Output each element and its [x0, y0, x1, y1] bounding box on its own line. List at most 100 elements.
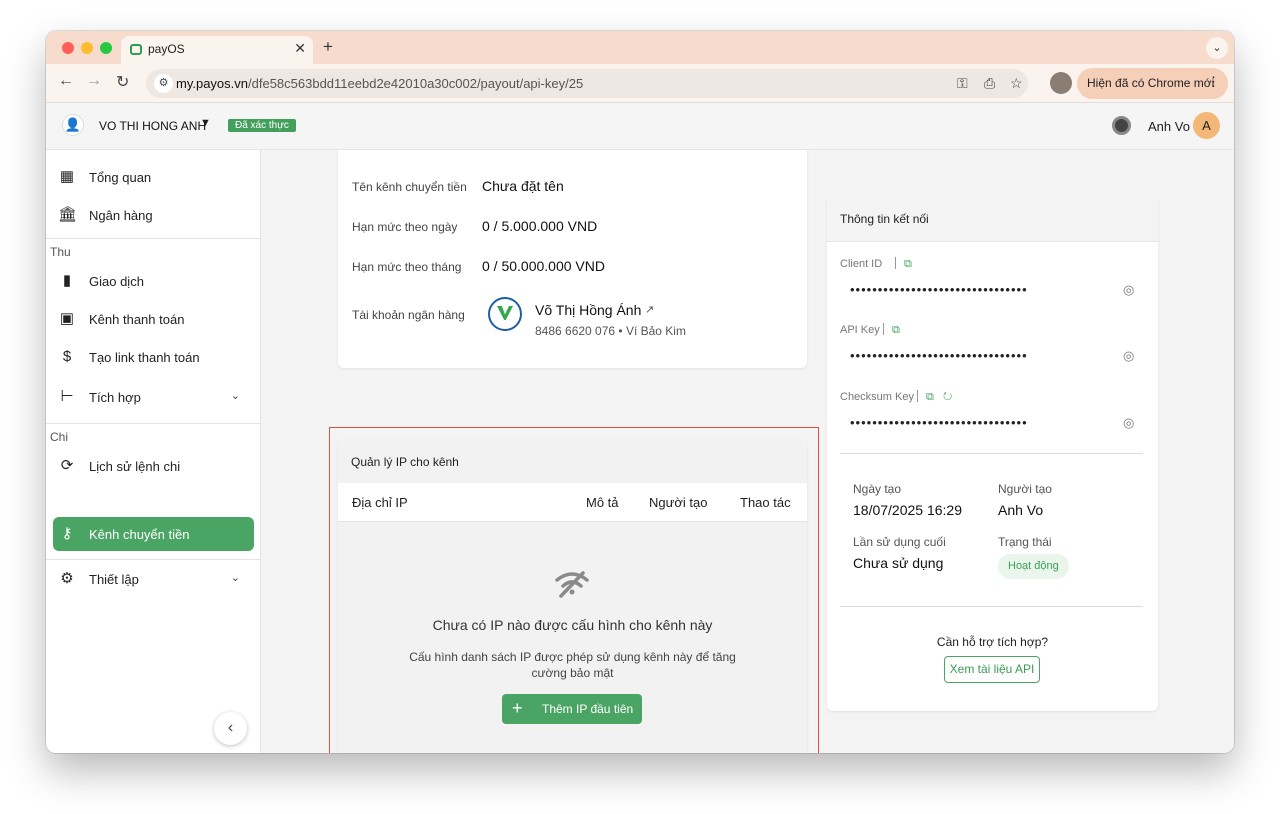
chevron-down-icon[interactable]: ▼: [200, 117, 211, 129]
bank-logo: [488, 297, 522, 331]
chrome-update-button[interactable]: Hiện đã có Chrome mới ⋮: [1077, 68, 1228, 99]
chevron-down-icon: ⌄: [230, 390, 240, 402]
sidebar-item-label: Giao dịch: [89, 274, 144, 289]
refresh-icon[interactable]: ↻: [943, 391, 952, 403]
copy-icon[interactable]: ⧉: [904, 258, 912, 270]
url-path: /dfe58c563bdd11eebd2e42010a30c002/payout…: [248, 76, 584, 91]
api-docs-button[interactable]: Xem tài liệu API: [944, 656, 1040, 683]
connection-info-card: Thông tin kết nối Client ID ⧉ ••••••••••…: [827, 196, 1158, 711]
new-tab-icon[interactable]: +: [323, 37, 333, 57]
tab-title: payOS: [148, 42, 185, 56]
ip-management-card: Quản lý IP cho kênh Địa chỉ IP Mô tả Ngư…: [338, 439, 807, 753]
sidebar-divider: [46, 423, 261, 424]
forward-arrow-icon[interactable]: →: [86, 72, 102, 90]
bar-chart-icon: ▮: [62, 272, 72, 289]
eye-off-icon[interactable]: ◎: [1123, 348, 1134, 364]
install-app-icon[interactable]: ⎙: [984, 75, 995, 92]
client-id-masked: ••••••••••••••••••••••••••••••••: [850, 282, 1028, 297]
edit-icon[interactable]: ↗: [645, 303, 654, 316]
integration-icon: ⊢: [60, 388, 74, 405]
sidebar-item-settings[interactable]: ⚙ Thiết lập ⌄: [53, 562, 254, 596]
sidebar-item-payment-channels[interactable]: ▣ Kênh thanh toán: [53, 302, 254, 336]
org-name[interactable]: VO THI HONG ANH: [99, 119, 206, 133]
sidebar-item-transactions[interactable]: ▮ Giao dịch: [53, 264, 254, 298]
address-bar[interactable]: ⚙ my.payos.vn/dfe58c563bdd11eebd2e42010a…: [146, 69, 1028, 98]
maximize-window-button[interactable]: [100, 42, 112, 54]
column-description: Mô tả: [586, 495, 619, 510]
sidebar-item-integration[interactable]: ⊢ Tích hợp ⌄: [53, 380, 254, 414]
daily-limit-label: Hạn mức theo ngày: [352, 220, 458, 234]
sidebar-item-label: Ngân hàng: [89, 208, 153, 223]
checksum-key-masked: ••••••••••••••••••••••••••••••••: [850, 415, 1028, 430]
bank-account-label: Tài khoản ngân hàng: [352, 308, 465, 322]
site-settings-icon[interactable]: ⚙: [154, 74, 173, 93]
eye-off-icon[interactable]: ◎: [1123, 282, 1134, 298]
theme-toggle-icon[interactable]: [1112, 116, 1131, 135]
browser-tab[interactable]: payOS ✕: [121, 36, 313, 64]
minimize-window-button[interactable]: [81, 42, 93, 54]
browser-window: payOS ✕ + ⌄ ← → ↻ ⚙ my.payos.vn/dfe58c56…: [46, 31, 1234, 753]
connection-title: Thông tin kết nối: [840, 212, 929, 226]
creator-label: Người tạo: [998, 482, 1052, 496]
sidebar-item-payout-history[interactable]: ⟳ Lịch sử lệnh chi: [53, 449, 254, 483]
divider: [883, 323, 884, 335]
more-menu-icon[interactable]: ⋮: [1207, 74, 1220, 90]
chrome-update-label: Hiện đã có Chrome mới: [1087, 76, 1215, 90]
divider: [840, 606, 1143, 607]
channel-name-label: Tên kênh chuyển tiền: [352, 180, 467, 194]
close-window-button[interactable]: [62, 42, 74, 54]
column-ip-address: Địa chỉ IP: [352, 495, 408, 510]
settings-icon: ⚙: [60, 570, 74, 587]
wifi-off-icon: [555, 571, 589, 598]
api-key-masked: ••••••••••••••••••••••••••••••••: [850, 348, 1028, 363]
back-arrow-icon[interactable]: ←: [58, 72, 74, 90]
collapse-sidebar-button[interactable]: ‹: [214, 712, 247, 745]
api-key-label: API Key: [840, 324, 880, 336]
ip-table-header: Địa chỉ IP Mô tả Người tạo Thao tác: [338, 483, 807, 522]
monthly-limit-value: 0 / 50.000.000 VND: [482, 258, 605, 274]
sidebar-item-label: Kênh chuyển tiền: [89, 527, 190, 542]
copy-icon[interactable]: ⧉: [926, 391, 934, 403]
created-date-label: Ngày tạo: [853, 482, 902, 496]
api-key-tools: ⧉: [877, 323, 900, 337]
client-id-label: Client ID: [840, 258, 883, 270]
add-first-ip-label: Thêm IP đầu tiên: [542, 702, 634, 716]
divider: [895, 257, 896, 269]
sidebar: ▦ Tổng quan 🏛 Ngân hàng Thu ▮ Giao dịch …: [46, 150, 261, 753]
client-id-tools: ⧉: [889, 257, 912, 271]
tab-search-chevron-icon[interactable]: ⌄: [1206, 37, 1228, 59]
sidebar-divider: [46, 238, 261, 239]
password-key-icon[interactable]: ⚿: [957, 75, 968, 92]
url-text[interactable]: my.payos.vn/dfe58c563bdd11eebd2e42010a30…: [176, 76, 583, 91]
chevron-left-icon: ‹: [227, 719, 234, 736]
empty-state-description: Cấu hình danh sách IP được phép sử dụng …: [409, 650, 736, 680]
sidebar-item-bank[interactable]: 🏛 Ngân hàng: [53, 198, 254, 232]
column-creator: Người tạo: [649, 495, 708, 510]
profile-avatar[interactable]: [1050, 72, 1072, 94]
copy-icon[interactable]: ⧉: [892, 324, 900, 336]
history-icon: ⟳: [60, 457, 74, 474]
bookmark-star-icon[interactable]: ☆: [1010, 75, 1023, 92]
connection-header: Thông tin kết nối: [827, 196, 1158, 242]
eye-off-icon[interactable]: ◎: [1123, 415, 1134, 431]
sidebar-item-payment-link[interactable]: $ Tạo link thanh toán: [53, 340, 254, 374]
creator-value: Anh Vo: [998, 502, 1044, 518]
sidebar-item-label: Lịch sử lệnh chi: [89, 459, 181, 474]
close-tab-icon[interactable]: ✕: [294, 40, 306, 57]
sidebar-item-overview[interactable]: ▦ Tổng quan: [53, 160, 254, 194]
app-header: 👤 VO THI HONG ANH ▼ Đã xác thực Anh Vo A: [46, 103, 1234, 150]
chevron-down-icon: ⌄: [230, 572, 240, 584]
payos-favicon-icon: [130, 44, 142, 55]
user-avatar[interactable]: A: [1193, 112, 1220, 139]
bank-icon: 🏛: [58, 206, 78, 223]
add-first-ip-button[interactable]: + Thêm IP đầu tiên: [502, 694, 642, 724]
help-text: Cần hỗ trợ tích hợp?: [936, 635, 1049, 649]
divider: [917, 390, 918, 402]
verified-badge: Đã xác thực: [228, 119, 296, 132]
header-user-name[interactable]: Anh Vo: [1148, 119, 1190, 134]
sidebar-item-payout-channel[interactable]: ⚷ Kênh chuyển tiền: [53, 517, 254, 551]
sidebar-divider: [46, 559, 261, 560]
reload-icon[interactable]: ↻: [116, 72, 129, 92]
sidebar-group-thu: Thu: [50, 245, 71, 259]
created-date-value: 18/07/2025 16:29: [853, 502, 962, 518]
